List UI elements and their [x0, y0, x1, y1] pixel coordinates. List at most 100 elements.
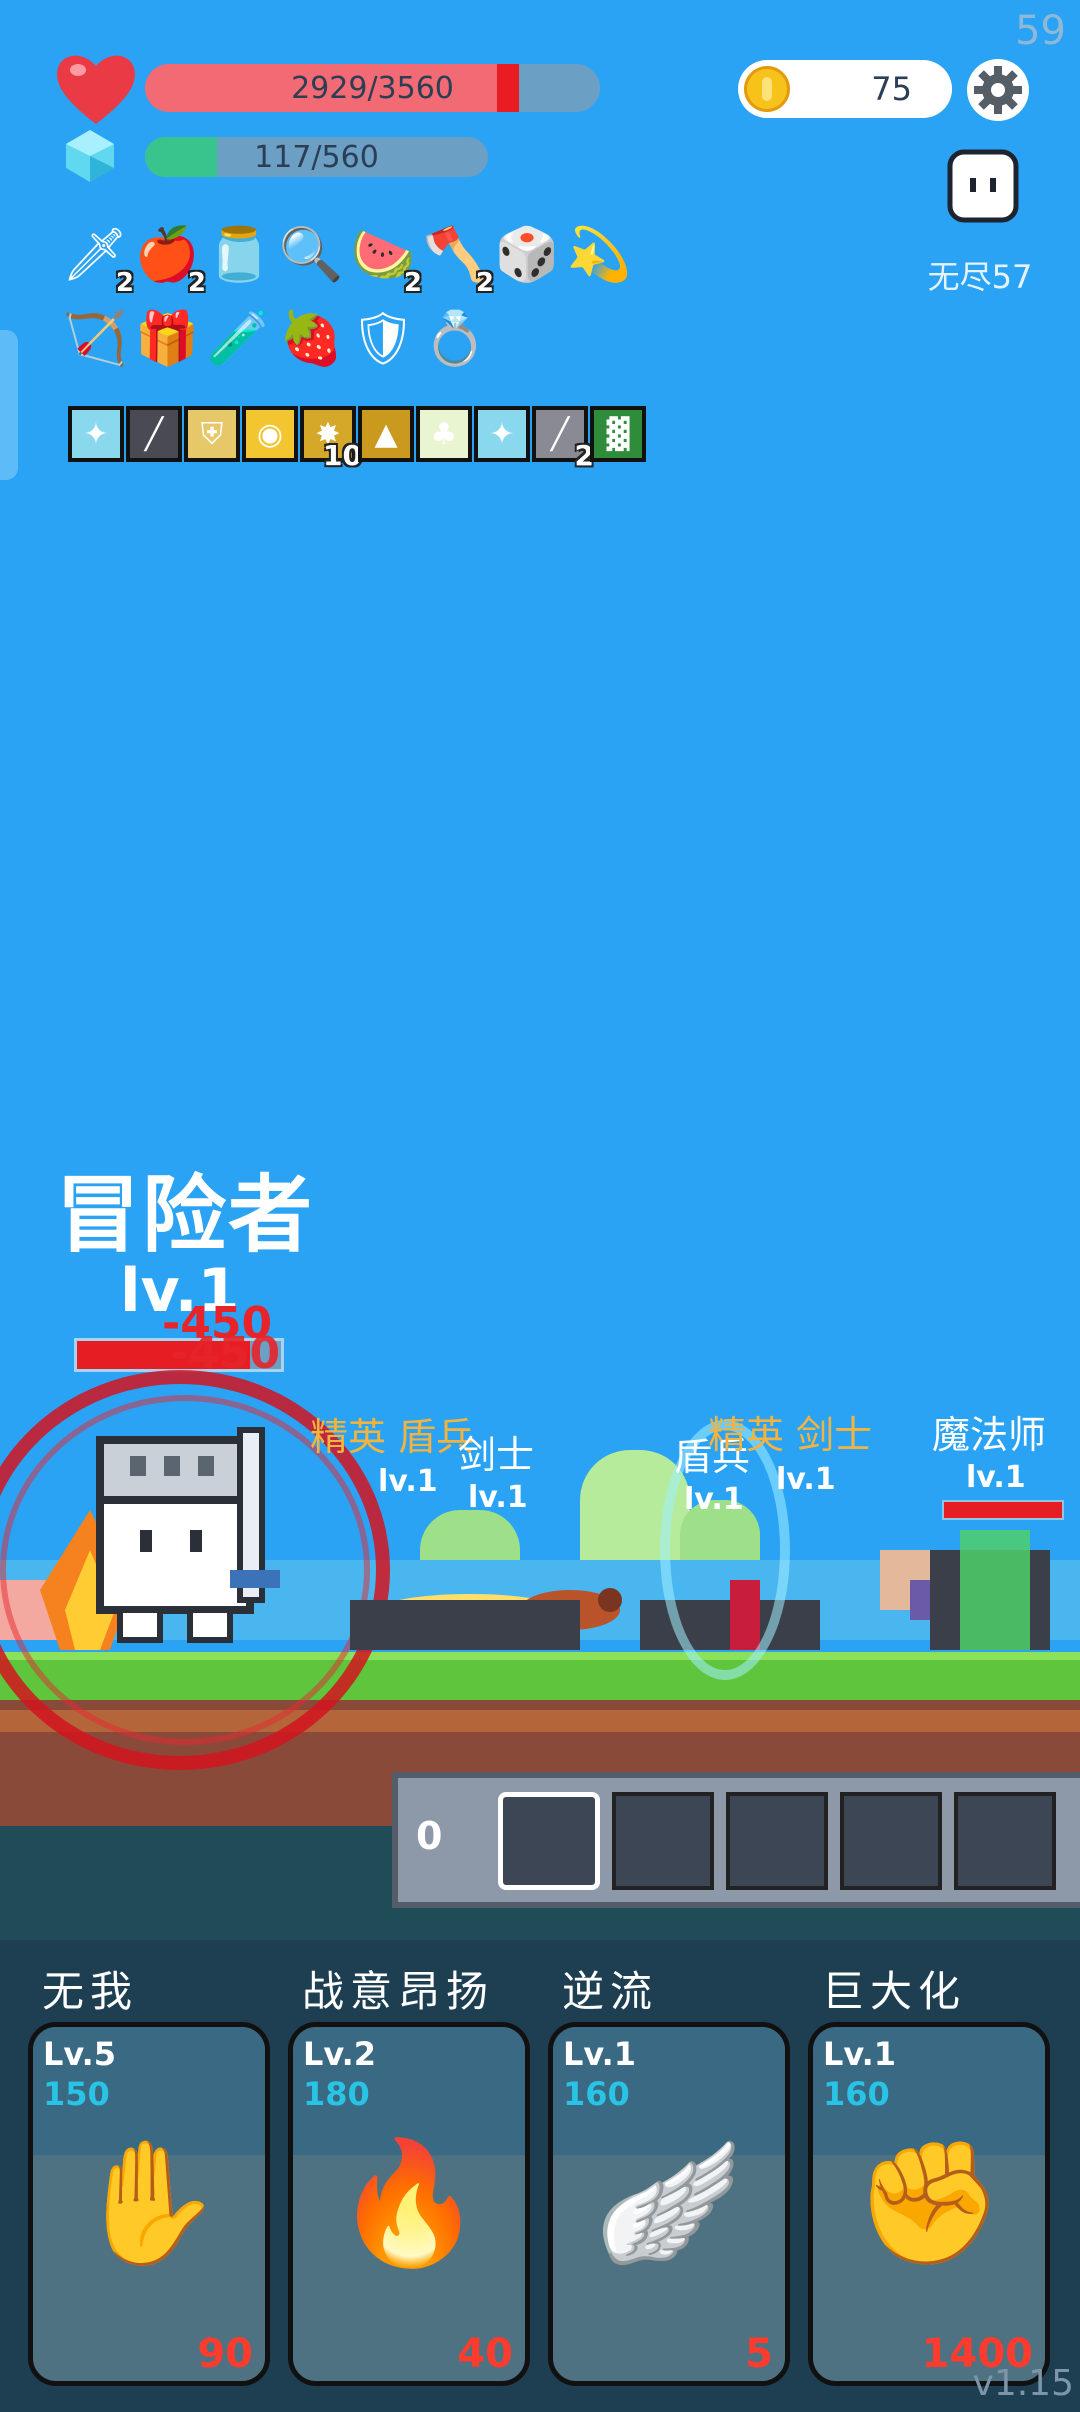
ring-orbit-icon-glyph: 💫: [566, 225, 632, 285]
settings-gear-icon[interactable]: [966, 58, 1030, 122]
skill-cost: 180: [303, 2075, 370, 2113]
item-count: 2: [475, 268, 494, 298]
blade-relic-icon[interactable]: ╱: [126, 406, 182, 462]
dice-icon[interactable]: 🎲: [494, 222, 560, 288]
item-count: 2: [115, 268, 134, 298]
moss-relic-icon[interactable]: ▓: [590, 406, 646, 462]
jam-jar-icon[interactable]: 🫙: [206, 222, 272, 288]
ghost-icon[interactable]: [946, 148, 1020, 224]
enemy-level: lv.1: [684, 1482, 744, 1517]
flame-icon: 🔥: [334, 2134, 484, 2273]
shield-relic-icon[interactable]: ⛨: [184, 406, 240, 462]
item-count: 2: [403, 268, 422, 298]
skill-cost: 160: [823, 2075, 890, 2113]
axe-icon[interactable]: 🪓 2: [422, 222, 494, 296]
enemy-label: 精英 剑士: [708, 1413, 873, 1457]
ring-orbit-icon[interactable]: 💫: [566, 222, 632, 288]
shield-relic-icon-glyph: ⛨: [200, 416, 224, 452]
light-relic-icon-glyph: ✦: [83, 416, 109, 452]
skill-level: Lv.5: [43, 2035, 117, 2073]
skill-value: 90: [197, 2331, 253, 2377]
skill-name: 巨大化: [822, 1967, 967, 2016]
sprout-relic-icon[interactable]: ♣: [416, 406, 472, 462]
queue-slot[interactable]: [498, 1792, 600, 1890]
fist-icon: ✊: [854, 2134, 1004, 2273]
knight-hero-sprite: [96, 1427, 280, 1643]
apple-icon[interactable]: 🍎 2: [134, 222, 206, 296]
ring-icon-glyph: 💍: [422, 309, 488, 369]
watermelon-icon[interactable]: 🍉 2: [350, 222, 422, 296]
skill-value: 40: [457, 2331, 513, 2377]
dice-icon-glyph: 🎲: [494, 225, 560, 285]
side-drawer-tab[interactable]: [0, 330, 18, 480]
sprout-relic-icon-glyph: ♣: [430, 416, 458, 452]
skill-name: 逆流: [562, 1967, 659, 2016]
skill-card[interactable]: Lv.1 160 ✊ 1400: [808, 2022, 1050, 2386]
crystal-icon: [66, 130, 114, 182]
action-queue: 0: [392, 1772, 1080, 1908]
bow-icon-glyph: 🏹: [62, 309, 128, 369]
heart-icon: [57, 55, 135, 124]
fallen-enemies: [350, 1580, 820, 1650]
enemy-label: 魔法师: [932, 1413, 1047, 1457]
skill-value: 5: [745, 2331, 773, 2377]
queue-slot[interactable]: [612, 1792, 714, 1890]
hp-bar: 2929/3560: [145, 64, 600, 112]
skill-level: Lv.1: [563, 2035, 637, 2073]
enemy-level: lv.1: [468, 1480, 528, 1515]
coin-value: 75: [871, 70, 912, 108]
skill-name: 无我: [42, 1967, 139, 2016]
queue-slot[interactable]: [726, 1792, 828, 1890]
moss-relic-icon-glyph: ▓: [606, 416, 630, 452]
skill-card[interactable]: Lv.1 160 🪽 5: [548, 2022, 790, 2386]
magnifier-icon-glyph: 🔍: [278, 225, 344, 285]
dark-relic-icon[interactable]: ✸ 10: [300, 406, 362, 472]
skill-cost: 150: [43, 2075, 110, 2113]
coin-icon: [744, 66, 790, 112]
spiral-relic-icon[interactable]: ◉: [242, 406, 298, 462]
skill-card[interactable]: Lv.5 150 ✋ 90: [28, 2022, 270, 2386]
enemy-level: lv.1: [966, 1460, 1026, 1495]
shield-icon-glyph: 🛡: [350, 309, 417, 369]
light-relic-icon[interactable]: ✦: [68, 406, 124, 462]
mp-bar: 117/560: [145, 137, 488, 177]
spiral-relic-icon-glyph: ◉: [256, 416, 284, 452]
enemy-label: 剑士: [458, 1433, 535, 1477]
blade-relic-icon[interactable]: ╱ 2: [532, 406, 594, 472]
coin-counter: 75: [738, 60, 952, 118]
blade-relic-icon-glyph: ╱: [550, 416, 570, 452]
sword-icon[interactable]: 🗡 2: [62, 222, 134, 296]
enemy-label: 精英 盾兵: [310, 1415, 475, 1459]
fps-counter: 59: [1015, 8, 1066, 54]
skill-level: Lv.1: [823, 2035, 897, 2073]
light-relic-icon-glyph: ✦: [489, 416, 515, 452]
queue-slot[interactable]: [954, 1792, 1056, 1890]
strawberry-icon-glyph: 🍓: [278, 309, 344, 369]
version-label: v1.15: [972, 2363, 1074, 2404]
magnifier-icon[interactable]: 🔍: [278, 222, 344, 288]
hero-name: 冒险者: [56, 1166, 315, 1264]
purple-chest-icon-glyph: 🎁: [134, 309, 200, 369]
potion-icon-glyph: 🧪: [206, 309, 272, 369]
eye-hand-icon: ✋: [74, 2134, 224, 2273]
bow-icon[interactable]: 🏹: [62, 306, 128, 372]
purple-chest-icon[interactable]: 🎁: [134, 306, 200, 372]
queue-slot[interactable]: [840, 1792, 942, 1890]
queue-count: 0: [416, 1814, 443, 1858]
mage-enemy-sprite: [910, 1530, 1050, 1650]
shadow-relic-icon[interactable]: ▲: [358, 406, 414, 462]
shadow-relic-icon-glyph: ▲: [374, 416, 398, 452]
light-relic-icon[interactable]: ✦: [474, 406, 530, 462]
shield-icon[interactable]: 🛡: [350, 306, 416, 372]
item-count: 2: [187, 268, 206, 298]
strawberry-icon[interactable]: 🍓: [278, 306, 344, 372]
skill-level: Lv.2: [303, 2035, 377, 2073]
skill-card[interactable]: Lv.2 180 🔥 40: [288, 2022, 530, 2386]
ring-icon[interactable]: 💍: [422, 306, 488, 372]
potion-icon[interactable]: 🧪: [206, 306, 272, 372]
relic-count: 10: [323, 439, 362, 472]
mp-text: 117/560: [254, 139, 379, 175]
mage-hp-bar: [942, 1500, 1064, 1520]
wing-icon: 🪽: [594, 2134, 744, 2273]
skill-name: 战意昂扬: [302, 1967, 495, 2016]
